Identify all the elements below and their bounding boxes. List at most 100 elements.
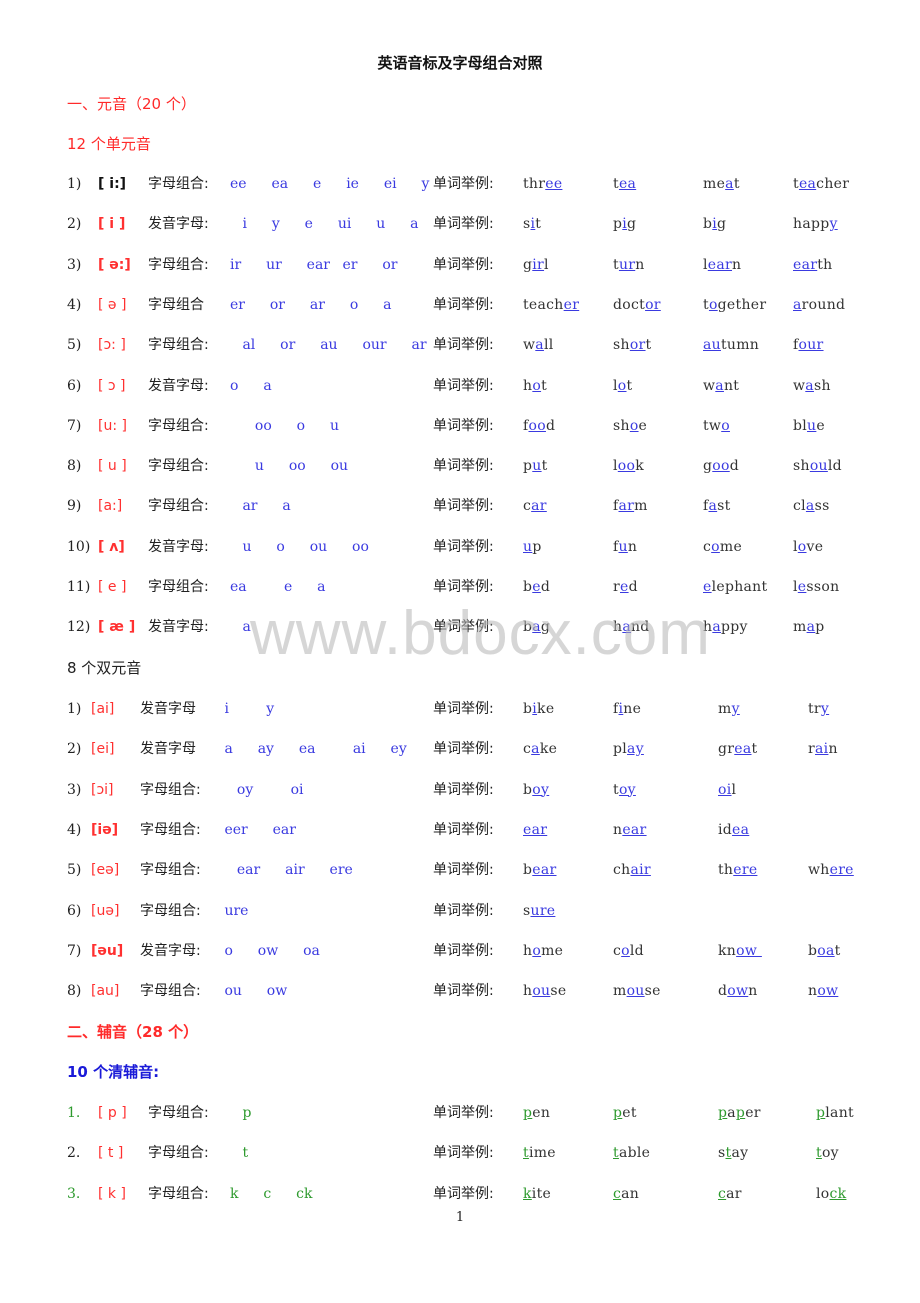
example-word: play bbox=[613, 741, 644, 758]
row-number: 1) bbox=[67, 176, 82, 192]
row-number: 5) bbox=[67, 337, 82, 354]
ipa-symbol: [ ʌ] bbox=[98, 538, 125, 555]
phonetic-row: 4) [ ə ] 字母组合 er or ar o a 单词举例: teacher docto… bbox=[0, 293, 920, 317]
row-number: 4) bbox=[67, 821, 82, 838]
example-word: big bbox=[703, 216, 727, 233]
combination-label: 发音字母: bbox=[148, 619, 209, 636]
example-word: pen bbox=[523, 1105, 551, 1121]
row-number: 1. bbox=[67, 1105, 81, 1121]
highlighted-letters: t bbox=[816, 1145, 822, 1162]
highlighted-letters: a bbox=[535, 337, 544, 354]
page-number: 1 bbox=[455, 1210, 465, 1225]
example-label: 单词举例: bbox=[433, 862, 494, 879]
example-label: 单词举例: bbox=[433, 216, 494, 233]
highlighted-letters: ar bbox=[531, 498, 547, 515]
highlighted-letters: ea bbox=[798, 176, 817, 192]
phonetic-row: 6) [ ɔ ] 发音字母: o a 单词举例: hot lot want wash bbox=[0, 374, 920, 398]
row-number: 7) bbox=[67, 417, 82, 434]
phonetic-row: 2. [ t ] 字母组合: t 单词举例: time table stay toy bbox=[0, 1141, 920, 1165]
highlighted-letters: ea bbox=[732, 821, 750, 838]
row-number: 3. bbox=[67, 1185, 81, 1202]
example-word: happy bbox=[703, 619, 748, 636]
highlighted-letters: i bbox=[712, 216, 718, 233]
section-vowels-heading: 一、元音（20 个） bbox=[67, 95, 196, 113]
highlighted-letters: a bbox=[531, 741, 540, 758]
example-word: there bbox=[718, 862, 758, 879]
combination-label: 发音字母: bbox=[140, 942, 201, 959]
highlighted-letters: oo bbox=[712, 458, 730, 475]
highlighted-letters: ir bbox=[532, 256, 545, 273]
highlighted-letters: or bbox=[645, 296, 661, 313]
highlighted-letters: ee bbox=[545, 176, 563, 192]
row-number: 1) bbox=[67, 701, 82, 717]
example-label: 单词举例: bbox=[433, 538, 494, 555]
highlighted-letters: er bbox=[563, 296, 580, 313]
ipa-symbol: [ɔ: ] bbox=[98, 337, 126, 354]
highlighted-letters: o bbox=[711, 538, 720, 555]
highlighted-letters: c bbox=[613, 1185, 622, 1202]
example-word: together bbox=[703, 296, 767, 313]
combination-label: 字母组合: bbox=[148, 498, 209, 515]
row-number: 6) bbox=[67, 902, 82, 919]
example-word: wash bbox=[793, 377, 831, 394]
example-word: two bbox=[703, 417, 730, 434]
row-number: 4) bbox=[67, 296, 82, 313]
ipa-symbol: [eə] bbox=[91, 862, 120, 879]
example-word: look bbox=[613, 458, 645, 475]
phonetic-row: 9) [a:] 字母组合: ar a 单词举例: car farm fast class bbox=[0, 494, 920, 518]
example-word: bag bbox=[523, 619, 551, 636]
ipa-symbol: [ei] bbox=[91, 741, 115, 758]
example-word: short bbox=[613, 337, 652, 354]
highlighted-letters: ow bbox=[817, 983, 839, 1000]
highlighted-letters: ear bbox=[532, 862, 557, 879]
example-word: red bbox=[613, 579, 638, 595]
example-word: paper bbox=[718, 1105, 761, 1121]
example-word: elephant bbox=[703, 579, 768, 595]
ipa-symbol: [au] bbox=[91, 983, 120, 1000]
example-word: where bbox=[808, 862, 854, 879]
letter-combinations: ear air ere bbox=[212, 862, 353, 879]
example-word: idea bbox=[718, 821, 750, 838]
combination-label: 发音字母: bbox=[148, 216, 209, 233]
highlighted-letters: a bbox=[715, 377, 724, 394]
highlighted-letters: e bbox=[532, 579, 541, 595]
example-label: 单词举例: bbox=[433, 377, 494, 394]
combination-label: 字母组合: bbox=[140, 821, 201, 838]
combination-label: 字母组合: bbox=[140, 862, 201, 879]
letter-combinations: a bbox=[230, 619, 251, 636]
highlighted-letters: ere bbox=[829, 862, 854, 879]
letter-combinations: eer ear bbox=[212, 821, 296, 838]
letter-combinations: oo o u bbox=[230, 417, 340, 434]
highlighted-letters: y bbox=[829, 216, 838, 233]
ipa-symbol: [ i ] bbox=[98, 216, 126, 233]
letter-combinations: er or ar o a bbox=[230, 296, 392, 313]
combination-label: 字母组合: bbox=[148, 417, 209, 434]
combination-label: 字母组合: bbox=[140, 983, 201, 1000]
highlighted-letters: o bbox=[532, 942, 542, 959]
example-word: time bbox=[523, 1145, 556, 1162]
example-word: map bbox=[793, 619, 825, 636]
example-word: turn bbox=[613, 256, 645, 273]
example-word: rain bbox=[808, 741, 838, 758]
example-word: wall bbox=[523, 337, 554, 354]
ipa-symbol: [əu] bbox=[91, 942, 124, 959]
example-label: 单词举例: bbox=[433, 176, 494, 192]
highlighted-letters: ow bbox=[736, 942, 762, 959]
example-word: tea bbox=[613, 176, 637, 192]
highlighted-letters: o bbox=[532, 377, 542, 394]
phonetic-row: 6) [uə] 字母组合: ure 单词举例: sure bbox=[0, 899, 920, 923]
highlighted-letters: oo bbox=[528, 417, 546, 434]
phonetic-row: 8) [au] 字母组合: ou ow 单词举例: house mouse down now bbox=[0, 979, 920, 1003]
highlighted-letters: u bbox=[523, 538, 533, 555]
example-label: 单词举例: bbox=[433, 1105, 494, 1121]
highlighted-letters: a bbox=[806, 619, 816, 636]
phonetic-row: 12) [ æ ] 发音字母: a 单词举例: bag hand happy map bbox=[0, 615, 920, 639]
phonetic-row: 3. [ k ] 字母组合: k c ck 单词举例: kite can car lock bbox=[0, 1182, 920, 1206]
example-label: 单词举例: bbox=[433, 579, 494, 595]
ipa-symbol: [u: ] bbox=[98, 417, 127, 434]
combination-label: 发音字母: bbox=[148, 377, 209, 394]
letter-combinations: u oo ou bbox=[230, 458, 349, 475]
example-word: bear bbox=[523, 862, 557, 879]
example-label: 单词举例: bbox=[433, 983, 494, 1000]
combination-label: 字母组合: bbox=[148, 458, 209, 475]
